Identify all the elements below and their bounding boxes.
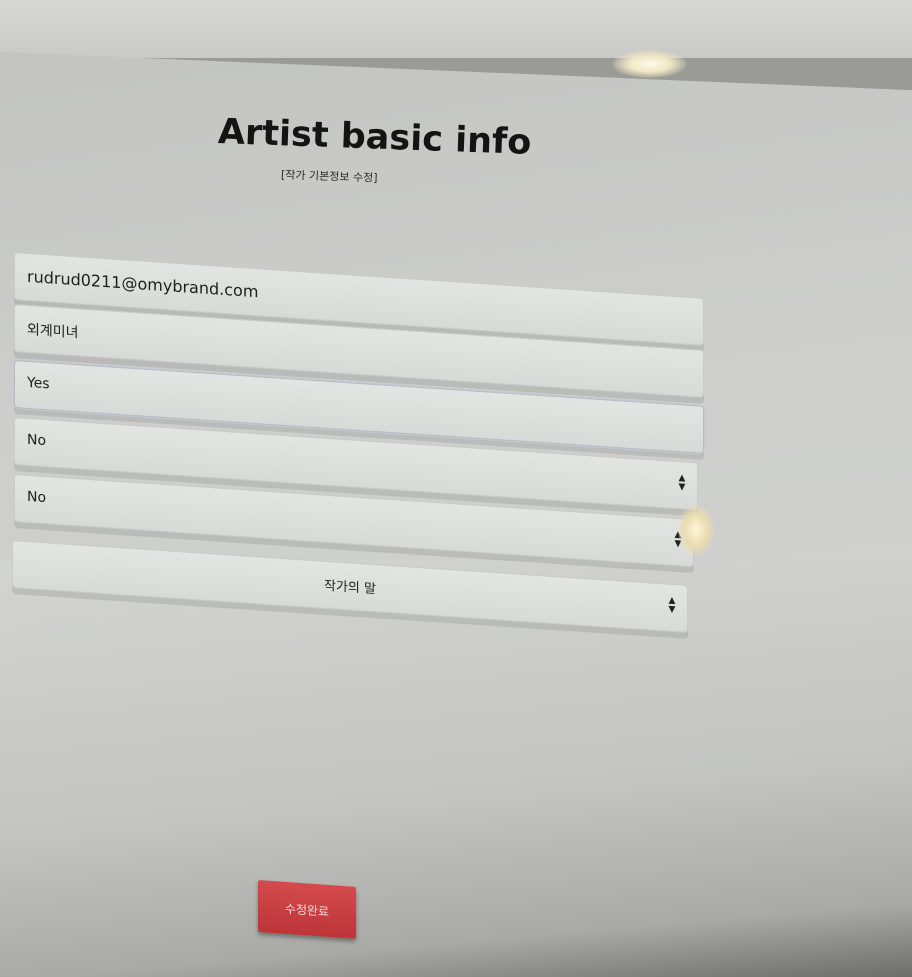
browser-top-strip bbox=[0, 0, 912, 58]
screen-glare bbox=[678, 505, 714, 555]
sort-arrows-icon: ▲▼ bbox=[668, 595, 676, 616]
sort-arrows-icon: ▲▼ bbox=[678, 473, 686, 493]
page-subtitle: [작가 기본정보 수정] bbox=[280, 168, 378, 185]
page-background bbox=[0, 560, 912, 977]
screen: Artist basic info [작가 기본정보 수정] rudrud021… bbox=[0, 0, 912, 977]
email-value: rudrud0211@omybrand.com bbox=[27, 266, 259, 302]
select-2-value: No bbox=[27, 488, 47, 507]
artist-name-value: 외계미녀 bbox=[27, 321, 79, 342]
submit-button[interactable]: 수정완료 bbox=[258, 880, 356, 939]
screen-glare bbox=[612, 50, 687, 78]
select-1-value: No bbox=[27, 431, 47, 450]
yes-field-value: Yes bbox=[27, 374, 50, 393]
